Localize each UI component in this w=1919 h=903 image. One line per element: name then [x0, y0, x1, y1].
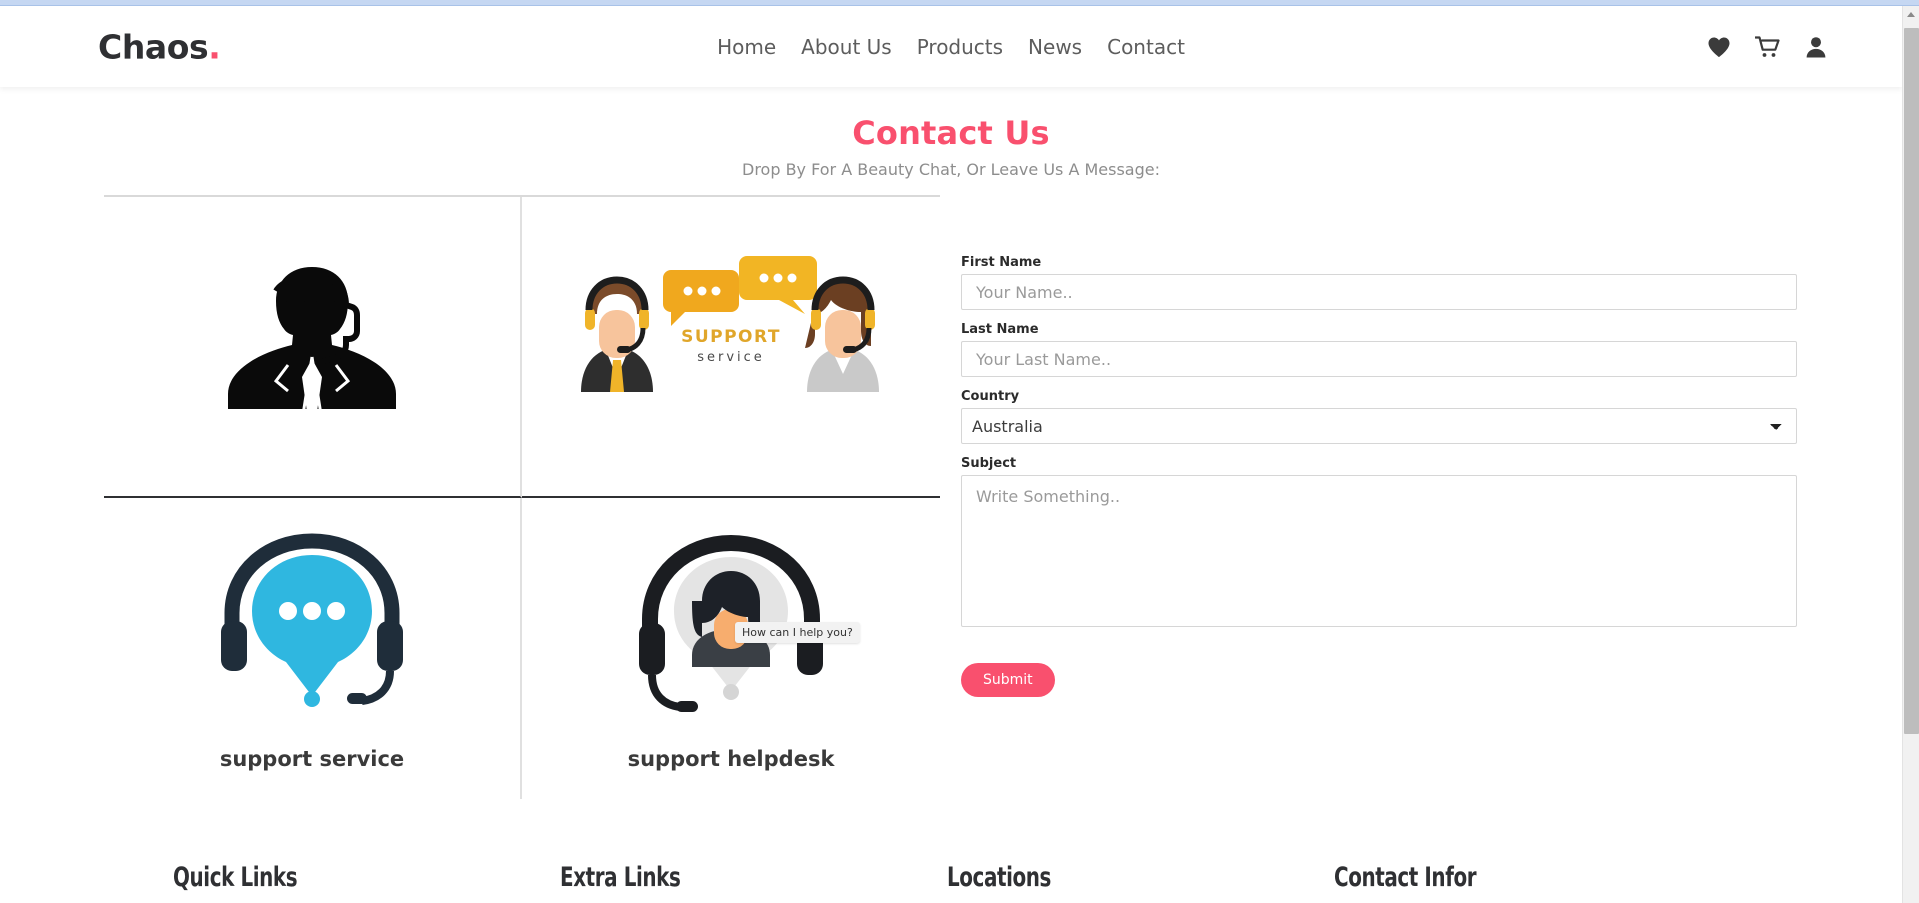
last-name-label: Last Name — [961, 322, 1039, 337]
browser-top-strip — [0, 0, 1919, 6]
footer-columns: Quick Links Extra Links Locations Contac… — [0, 862, 1902, 893]
footer-heading-locations: Locations — [947, 862, 1052, 893]
scrollbar-thumb[interactable] — [1904, 28, 1919, 734]
footer-spacer — [0, 862, 173, 893]
site-logo[interactable]: Chaos. — [98, 27, 221, 67]
nav-item-home[interactable]: Home — [717, 35, 776, 59]
chat-bubble-headset-illustration — [221, 532, 403, 707]
contact-form: First Name Last Name Country AustraliaCa… — [961, 255, 1797, 697]
gallery-cell-support-service-pair: SUPPORT service — [522, 197, 940, 498]
footer-column-quick-links: Quick Links — [173, 862, 560, 893]
logo-dot: . — [208, 27, 221, 67]
field-group-last-name: Last Name — [961, 322, 1797, 377]
header-icon-group — [1707, 36, 1827, 58]
footer-column-locations: Locations — [947, 862, 1334, 893]
subject-textarea[interactable] — [961, 475, 1797, 627]
gallery-caption-support-helpdesk: support helpdesk — [627, 747, 835, 771]
page-subtitle: Drop By For A Beauty Chat, Or Leave Us A… — [742, 160, 1160, 179]
submit-button[interactable]: Submit — [961, 663, 1055, 697]
helpdesk-tooltip: How can I help you? — [735, 622, 860, 643]
subject-label: Subject — [961, 456, 1017, 471]
scrollbar-up-arrow-icon[interactable] — [1903, 6, 1919, 22]
site-header: Chaos. Home About Us Products News Conta… — [0, 7, 1902, 87]
footer-heading-quick-links: Quick Links — [173, 862, 298, 893]
gallery-cell-support-service-bubble: support service — [104, 498, 522, 799]
nav-item-about-us[interactable]: About Us — [801, 35, 892, 59]
first-name-input[interactable] — [961, 274, 1797, 310]
page-root: Chaos. Home About Us Products News Conta… — [0, 0, 1919, 903]
footer-column-extra-links: Extra Links — [560, 862, 947, 893]
country-label: Country — [961, 389, 1020, 404]
nav-item-products[interactable]: Products — [917, 35, 1003, 59]
country-select[interactable]: AustraliaCanadaUSAJapan — [961, 408, 1797, 444]
gallery-caption-support-service: support service — [219, 747, 405, 771]
overlay-text-secondary: service — [697, 350, 765, 365]
footer-heading-extra-links: Extra Links — [560, 862, 681, 893]
first-name-label: First Name — [961, 255, 1042, 270]
logo-text: Chaos — [98, 27, 209, 67]
footer-column-contact-infor: Contact Infor — [1334, 862, 1902, 893]
support-image-gallery: SUPPORT service support service How can … — [104, 195, 940, 799]
footer-heading-contact-infor: Contact Infor — [1334, 862, 1477, 893]
gallery-cell-support-helpdesk: How can I help you? support helpdesk — [522, 498, 940, 799]
last-name-input[interactable] — [961, 341, 1797, 377]
field-group-subject: Subject — [961, 456, 1797, 627]
page-title-block: Contact Us Drop By For A Beauty Chat, Or… — [0, 114, 1902, 179]
site-footer: Quick Links Extra Links Locations Contac… — [0, 862, 1902, 893]
page-title: Contact Us — [852, 114, 1050, 152]
user-icon[interactable] — [1805, 36, 1827, 58]
cart-icon[interactable] — [1755, 36, 1781, 58]
overlay-text-primary: SUPPORT — [681, 327, 781, 347]
browser-viewport: Chaos. Home About Us Products News Conta… — [0, 7, 1902, 903]
support-service-overlay-text: SUPPORT service — [681, 327, 781, 365]
vertical-scrollbar[interactable] — [1902, 6, 1919, 903]
field-group-country: Country AustraliaCanadaUSAJapan — [961, 389, 1797, 444]
nav-item-contact[interactable]: Contact — [1107, 35, 1185, 59]
gallery-cell-agent-silhouette — [104, 197, 522, 498]
heart-icon[interactable] — [1707, 36, 1731, 58]
main-navigation: Home About Us Products News Contact — [717, 35, 1185, 59]
agent-silhouette-illustration — [228, 266, 396, 447]
field-group-first-name: First Name — [961, 255, 1797, 310]
contact-content: SUPPORT service support service How can … — [0, 195, 1902, 820]
nav-item-news[interactable]: News — [1028, 35, 1082, 59]
